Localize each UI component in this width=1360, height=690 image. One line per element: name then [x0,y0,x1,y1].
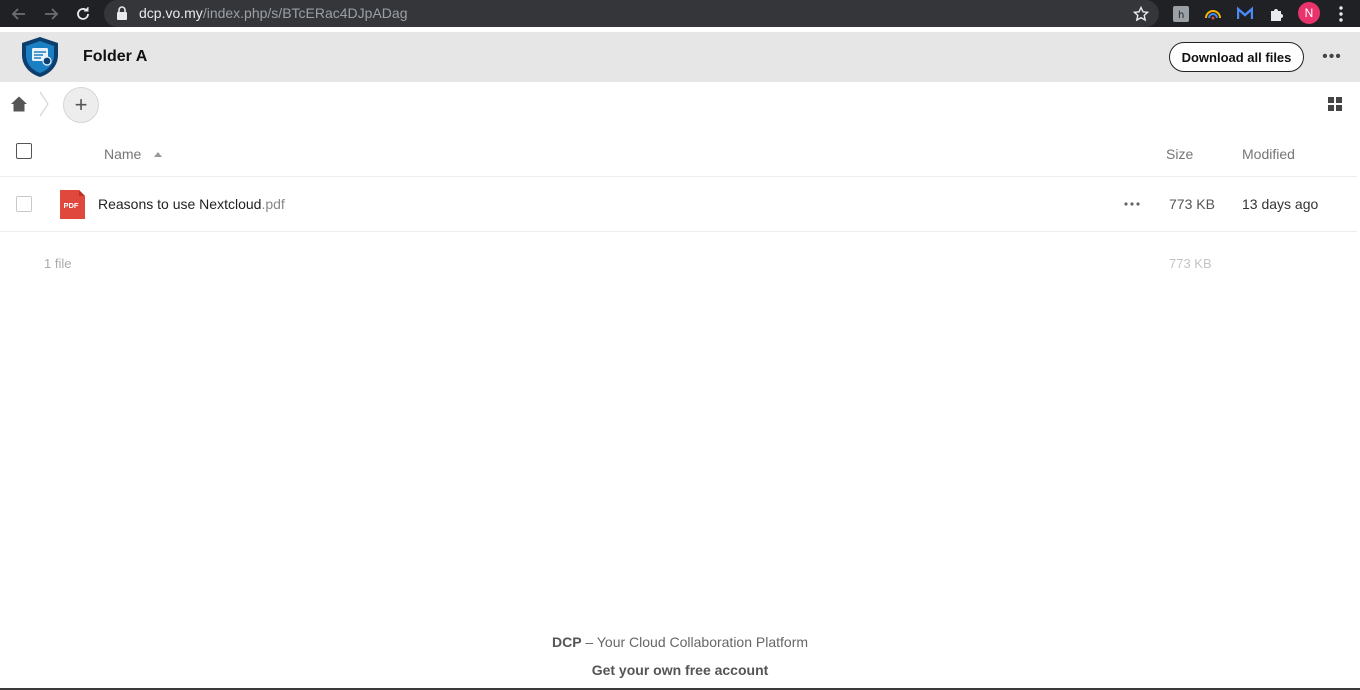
shield-logo-icon [18,36,62,78]
pdf-icon-label: PDF [64,201,79,210]
home-icon[interactable] [10,95,28,113]
lock-icon [116,6,128,20]
file-size: 773 KB [1169,196,1215,212]
add-new-button[interactable]: + [63,87,99,123]
extension-h-icon[interactable]: h [1171,4,1191,24]
pdf-file-icon: PDF [60,190,85,219]
browser-toolbar: dcp.vo.my/index.php/s/BTcERac4DJpADag h … [0,0,1360,27]
table-row[interactable]: PDF Reasons to use Nextcloud.pdf 773 KB … [0,177,1357,232]
footer-brand: DCP [551,634,582,650]
page-title: Folder A [83,48,148,65]
extension-m-icon[interactable] [1235,4,1255,24]
forward-icon[interactable] [40,3,62,25]
grid-view-icon[interactable] [1327,96,1343,112]
url-host: dcp.vo.my [139,5,203,21]
back-icon[interactable] [8,3,30,25]
row-checkbox[interactable] [16,196,32,212]
reload-icon[interactable] [72,3,94,25]
url-path: /index.php/s/BTcERac4DJpADag [202,5,408,21]
file-extension: .pdf [261,196,285,212]
column-name-header[interactable]: Name [104,146,141,162]
header-more-icon[interactable]: ••• [1320,46,1344,68]
select-all-checkbox[interactable] [16,143,32,159]
column-modified-header[interactable]: Modified [1242,146,1295,162]
footer-tagline-text: – Your Cloud Collaboration Platform [581,634,809,650]
summary-file-count: 1 file [44,256,72,271]
extensions-puzzle-icon[interactable] [1267,4,1287,24]
download-all-button[interactable]: Download all files [1169,42,1304,72]
svg-text:h: h [1178,10,1184,21]
browser-menu-icon[interactable] [1331,4,1351,24]
get-free-account-link[interactable]: Get your own free account [0,662,1360,678]
footer-tagline: DCP – Your Cloud Collaboration Platform [0,634,1360,650]
bookmark-star-icon[interactable] [1131,4,1151,24]
sort-ascending-icon [154,152,162,157]
column-size-header[interactable]: Size [1166,146,1193,162]
url-text[interactable]: dcp.vo.my/index.php/s/BTcERac4DJpADag [139,5,407,21]
file-name[interactable]: Reasons to use Nextcloud.pdf [98,196,285,212]
profile-avatar[interactable]: N [1298,2,1320,24]
file-basename: Reasons to use Nextcloud [98,196,262,212]
breadcrumb-separator-icon [38,91,50,117]
file-table-header: Name Size Modified [0,132,1357,177]
extension-rainbow-icon[interactable] [1203,4,1223,24]
summary-total-size: 773 KB [1169,256,1212,271]
file-modified: 13 days ago [1242,196,1319,212]
file-actions-icon[interactable] [1122,194,1142,214]
app-header: Folder A Download all files ••• [0,32,1360,82]
